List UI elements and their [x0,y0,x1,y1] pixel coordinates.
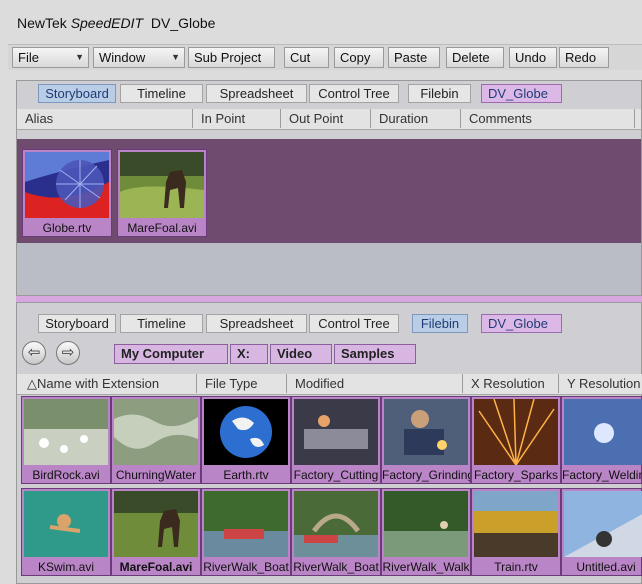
path-drive[interactable]: X: [230,344,268,364]
horse-thumbnail [114,491,198,557]
riverwalk-thumbnail [204,491,288,557]
file-item[interactable]: Factory_Grinding [381,396,471,484]
file-item[interactable]: Factory_Sparks [471,396,561,484]
column-comments[interactable]: Comments [461,109,635,128]
storyboard-column-header: Alias In Point Out Point Duration Commen… [17,109,641,130]
file-label: Factory_Sparks [473,468,559,482]
birds-thumbnail [24,399,108,465]
sort-ascending-icon: △ [27,376,37,391]
file-label: Earth.rtv [223,468,269,482]
file-item[interactable]: MareFoal.avi [111,488,201,576]
tab-control-tree[interactable]: Control Tree [309,314,399,333]
clip-globe[interactable]: Globe.rtv [22,149,112,237]
redo-button[interactable]: Redo [559,47,609,68]
column-name[interactable]: △Name with Extension [17,374,197,393]
path-video[interactable]: Video [270,344,332,364]
factory-grinding-thumbnail [384,399,468,465]
storyboard-tab-row: Storyboard Timeline Spreadsheet Control … [17,81,642,105]
file-label: BirdRock.avi [32,468,100,482]
clip-marefoal[interactable]: MareFoal.avi [117,149,207,237]
tab-filebin[interactable]: Filebin [412,314,468,333]
dropdown-arrow-icon: ▼ [171,52,180,62]
undo-button[interactable]: Undo [509,47,557,68]
storyboard-panel: Storyboard Timeline Spreadsheet Control … [16,80,642,296]
window-title: NewTek SpeedEDIT DV_Globe [17,15,216,31]
column-alias[interactable]: Alias [17,109,193,128]
file-item[interactable]: RiverWalk_Boat [291,488,381,576]
earth-thumbnail [204,399,288,465]
swimmer-thumbnail [24,491,108,557]
filebin-tab-row: Storyboard Timeline Spreadsheet Control … [17,311,642,335]
cut-button[interactable]: Cut [284,47,329,68]
horse-thumbnail [120,152,204,218]
file-item[interactable]: Untitled.avi [561,488,642,576]
storyboard-empty-area [17,243,641,295]
forward-arrow-icon[interactable]: ⇨ [56,341,80,365]
file-label: RiverWalk_Boat [203,560,289,574]
storyboard-area[interactable]: Globe.rtv MareFoal.avi [17,139,641,243]
tab-filebin[interactable]: Filebin [408,84,471,103]
back-arrow-icon[interactable]: ⇦ [22,341,46,365]
delete-button[interactable]: Delete [446,47,504,68]
tab-storyboard[interactable]: Storyboard [38,314,116,333]
toolbar: File ▼ Window ▼ Sub Project Cut Copy Paste… [8,44,642,70]
file-label: RiverWalk_Boat [293,560,379,574]
copy-button[interactable]: Copy [334,47,384,68]
file-item[interactable]: RiverWalk_Boat [201,488,291,576]
file-item[interactable]: Factory_Welding [561,396,642,484]
window-menu[interactable]: Window ▼ [93,47,185,68]
train-thumbnail [474,491,558,557]
file-label: RiverWalk_Walk [382,560,470,574]
clip-label: Globe.rtv [42,221,92,235]
untitled-thumbnail [564,491,642,557]
clip-label: MareFoal.avi [127,221,197,235]
file-label: ChurningWater [115,468,197,482]
filebin-column-header: △Name with Extension File Type Modified … [17,374,642,395]
file-item[interactable]: ChurningWater [111,396,201,484]
subproject-button[interactable]: Sub Project [188,47,275,68]
project-tab[interactable]: DV_Globe [481,314,562,333]
file-label: Factory_Cutting [293,468,379,482]
tab-spreadsheet[interactable]: Spreadsheet [206,314,307,333]
file-label: MareFoal.avi [119,560,193,574]
paste-button[interactable]: Paste [388,47,440,68]
path-my-computer[interactable]: My Computer [114,344,228,364]
column-y-resolution[interactable]: Y Resolution [559,374,642,393]
column-duration[interactable]: Duration [371,109,461,128]
riverwalk-thumbnail [294,491,378,557]
dropdown-arrow-icon: ▼ [75,52,84,62]
file-label: Train.rtv [494,560,538,574]
file-item[interactable]: Earth.rtv [201,396,291,484]
tab-control-tree[interactable]: Control Tree [309,84,399,103]
file-item[interactable]: RiverWalk_Walk [381,488,471,576]
column-out-point[interactable]: Out Point [281,109,371,128]
file-item[interactable]: Factory_Cutting [291,396,381,484]
tab-storyboard[interactable]: Storyboard [38,84,116,103]
column-file-type[interactable]: File Type [197,374,287,393]
file-label: Untitled.avi [576,560,636,574]
globe-thumbnail [25,152,109,218]
tab-timeline[interactable]: Timeline [120,314,203,333]
file-menu[interactable]: File ▼ [12,47,89,68]
file-label: Factory_Welding [562,468,642,482]
column-modified[interactable]: Modified [287,374,463,393]
sparks-thumbnail [474,399,558,465]
path-samples[interactable]: Samples [334,344,416,364]
file-item[interactable]: Train.rtv [471,488,561,576]
project-tab[interactable]: DV_Globe [481,84,562,103]
factory-cutting-thumbnail [294,399,378,465]
welding-thumbnail [564,399,642,465]
title-bar: NewTek SpeedEDIT DV_Globe [0,0,642,44]
water-thumbnail [114,399,198,465]
file-label: Factory_Grinding [382,468,470,482]
file-item[interactable]: KSwim.avi [21,488,111,576]
file-grid: BirdRock.avi ChurningWater Earth.rtv Fac… [17,396,642,584]
file-item[interactable]: BirdRock.avi [21,396,111,484]
column-in-point[interactable]: In Point [193,109,281,128]
file-label: KSwim.avi [37,560,94,574]
tab-timeline[interactable]: Timeline [120,84,203,103]
column-x-resolution[interactable]: X Resolution [463,374,559,393]
tab-spreadsheet[interactable]: Spreadsheet [206,84,307,103]
riverwalk-thumbnail [384,491,468,557]
